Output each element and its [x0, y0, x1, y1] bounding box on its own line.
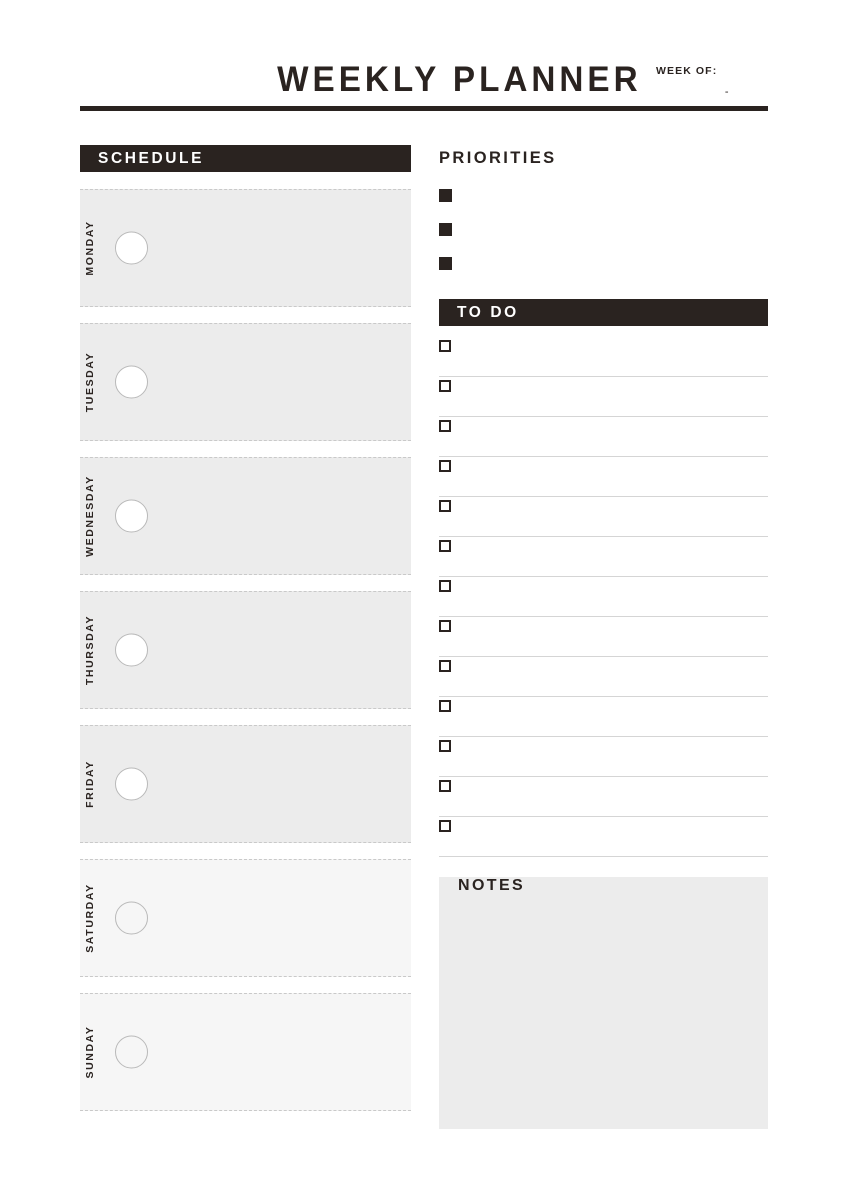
week-of-label: WEEK OF:	[656, 65, 718, 77]
todo-text[interactable]	[451, 577, 768, 593]
priority-text[interactable]	[452, 221, 768, 236]
day-block-saturday[interactable]: SATURDAY	[80, 859, 411, 977]
day-label: FRIDAY	[84, 760, 96, 808]
todo-item[interactable]	[439, 577, 768, 617]
todo-item[interactable]	[439, 417, 768, 457]
schedule-column: SCHEDULE MONDAY TUESDAY WEDNESDAY THURSD…	[80, 145, 411, 1127]
week-of-input[interactable]: -	[656, 77, 768, 98]
checkbox-icon[interactable]	[439, 820, 451, 832]
day-label: WEDNESDAY	[84, 475, 96, 557]
todo-item[interactable]	[439, 377, 768, 417]
right-column: PRIORITIES TO DO NOTES	[439, 145, 768, 1129]
day-circle-icon[interactable]	[115, 365, 148, 399]
checkbox-icon[interactable]	[439, 740, 451, 752]
priorities-list	[439, 187, 768, 289]
todo-text[interactable]	[451, 697, 768, 713]
todo-item[interactable]	[439, 617, 768, 657]
todo-text[interactable]	[451, 617, 768, 633]
priorities-heading: PRIORITIES	[439, 149, 557, 167]
todo-text[interactable]	[451, 537, 768, 553]
todo-text[interactable]	[451, 497, 768, 513]
day-circle-icon[interactable]	[115, 499, 148, 533]
priority-item[interactable]	[439, 187, 768, 221]
todo-text[interactable]	[451, 817, 768, 833]
checkbox-icon[interactable]	[439, 380, 451, 392]
priority-text[interactable]	[452, 255, 768, 270]
todo-item[interactable]	[439, 537, 768, 577]
day-circle-icon[interactable]	[115, 231, 148, 265]
filled-square-icon	[439, 223, 452, 236]
day-label: SATURDAY	[84, 883, 96, 953]
checkbox-icon[interactable]	[439, 420, 451, 432]
checkbox-icon[interactable]	[439, 500, 451, 512]
day-label: MONDAY	[84, 220, 96, 276]
day-block-monday[interactable]: MONDAY	[80, 189, 411, 307]
todo-item[interactable]	[439, 697, 768, 737]
todo-text[interactable]	[451, 777, 768, 793]
day-label: TUESDAY	[84, 351, 96, 413]
todo-item[interactable]	[439, 777, 768, 817]
todo-section: TO DO	[439, 299, 768, 857]
filled-square-icon	[439, 189, 452, 202]
checkbox-icon[interactable]	[439, 580, 451, 592]
todo-text[interactable]	[451, 657, 768, 673]
day-circle-icon[interactable]	[115, 767, 148, 801]
todo-text[interactable]	[451, 737, 768, 753]
day-circle-icon[interactable]	[115, 633, 148, 667]
priority-text[interactable]	[452, 187, 768, 202]
notes-section: NOTES	[439, 877, 768, 1129]
day-block-sunday[interactable]: SUNDAY	[80, 993, 411, 1111]
todo-item[interactable]	[439, 497, 768, 537]
day-circle-icon[interactable]	[115, 1035, 148, 1069]
header-divider	[80, 106, 768, 111]
day-block-tuesday[interactable]: TUESDAY	[80, 323, 411, 441]
day-circle-icon[interactable]	[115, 901, 148, 935]
checkbox-icon[interactable]	[439, 780, 451, 792]
day-block-wednesday[interactable]: WEDNESDAY	[80, 457, 411, 575]
todo-text[interactable]	[451, 417, 768, 433]
day-block-friday[interactable]: FRIDAY	[80, 725, 411, 843]
notes-heading: NOTES	[458, 877, 526, 894]
page-title: WEEKLY PLANNER	[277, 60, 642, 99]
checkbox-icon[interactable]	[439, 700, 451, 712]
todo-item[interactable]	[439, 657, 768, 697]
week-of-group: WEEK OF: -	[656, 58, 768, 98]
priority-item[interactable]	[439, 255, 768, 289]
todo-text[interactable]	[451, 377, 768, 393]
filled-square-icon	[439, 257, 452, 270]
todo-item[interactable]	[439, 337, 768, 377]
day-label: SUNDAY	[84, 1025, 96, 1079]
checkbox-icon[interactable]	[439, 540, 451, 552]
todo-item[interactable]	[439, 737, 768, 777]
planner-page: WEEKLY PLANNER WEEK OF: - SCHEDULE MONDA…	[0, 0, 848, 1200]
day-label: THURSDAY	[84, 614, 96, 686]
todo-item[interactable]	[439, 457, 768, 497]
todo-text[interactable]	[451, 457, 768, 473]
checkbox-icon[interactable]	[439, 660, 451, 672]
checkbox-icon[interactable]	[439, 620, 451, 632]
todo-item[interactable]	[439, 817, 768, 857]
priority-item[interactable]	[439, 221, 768, 255]
schedule-heading: SCHEDULE	[80, 145, 411, 172]
todo-text[interactable]	[451, 337, 768, 353]
notes-input[interactable]	[439, 877, 768, 1129]
schedule-day-list: MONDAY TUESDAY WEDNESDAY THURSDAY FRIDAY	[80, 189, 411, 1111]
day-block-thursday[interactable]: THURSDAY	[80, 591, 411, 709]
todo-heading: TO DO	[439, 299, 768, 326]
todo-list	[439, 337, 768, 857]
checkbox-icon[interactable]	[439, 340, 451, 352]
checkbox-icon[interactable]	[439, 460, 451, 472]
